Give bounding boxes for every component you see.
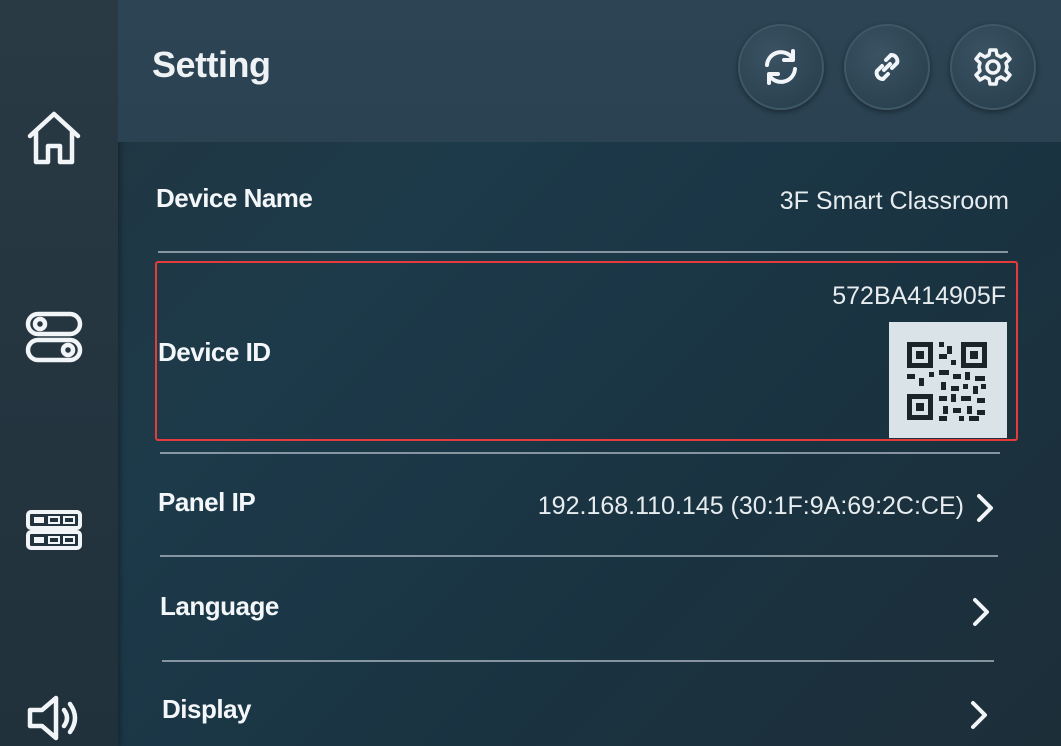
- device-name-label: Device Name: [156, 183, 313, 213]
- navigation-rail: [0, 0, 118, 746]
- panel-ip-value[interactable]: 192.168.110.145 (30:1F:9A:69:2C:CE): [538, 492, 964, 521]
- settings-button[interactable]: [950, 24, 1036, 110]
- divider: [162, 660, 994, 662]
- nav-audio[interactable]: [16, 680, 92, 746]
- chevron-right-icon[interactable]: [967, 594, 995, 630]
- toggle-switches-icon: [25, 311, 83, 363]
- home-icon: [27, 111, 81, 165]
- settings-screen: Setting Device Name 3F Smart Classroom D…: [0, 0, 1061, 746]
- qr-code-icon: [889, 322, 1007, 438]
- gear-icon: [974, 48, 1012, 86]
- chevron-right-icon[interactable]: [965, 697, 993, 733]
- nav-controls[interactable]: [16, 298, 92, 374]
- device-panel-icon: [26, 510, 82, 550]
- speaker-icon: [27, 695, 78, 741]
- link-button[interactable]: [844, 24, 930, 110]
- device-id-value: 572BA414905F: [832, 282, 1006, 310]
- device-name-value[interactable]: 3F Smart Classroom: [780, 187, 1009, 216]
- device-id-qr-code: [889, 322, 1007, 438]
- language-label[interactable]: Language: [160, 591, 279, 622]
- nav-devices[interactable]: [16, 492, 92, 568]
- header-bar: Setting: [118, 0, 1061, 142]
- device-id-label: Device ID: [158, 337, 271, 367]
- divider: [158, 251, 1008, 253]
- divider: [160, 555, 998, 557]
- display-label[interactable]: Display: [162, 694, 252, 725]
- refresh-button[interactable]: [738, 24, 824, 110]
- panel-ip-label: Panel IP: [158, 487, 256, 517]
- page-title: Setting: [152, 44, 271, 85]
- link-icon: [874, 53, 900, 81]
- refresh-icon: [765, 49, 797, 85]
- chevron-right-icon[interactable]: [971, 490, 999, 526]
- nav-home[interactable]: [16, 100, 92, 176]
- divider: [160, 452, 1000, 454]
